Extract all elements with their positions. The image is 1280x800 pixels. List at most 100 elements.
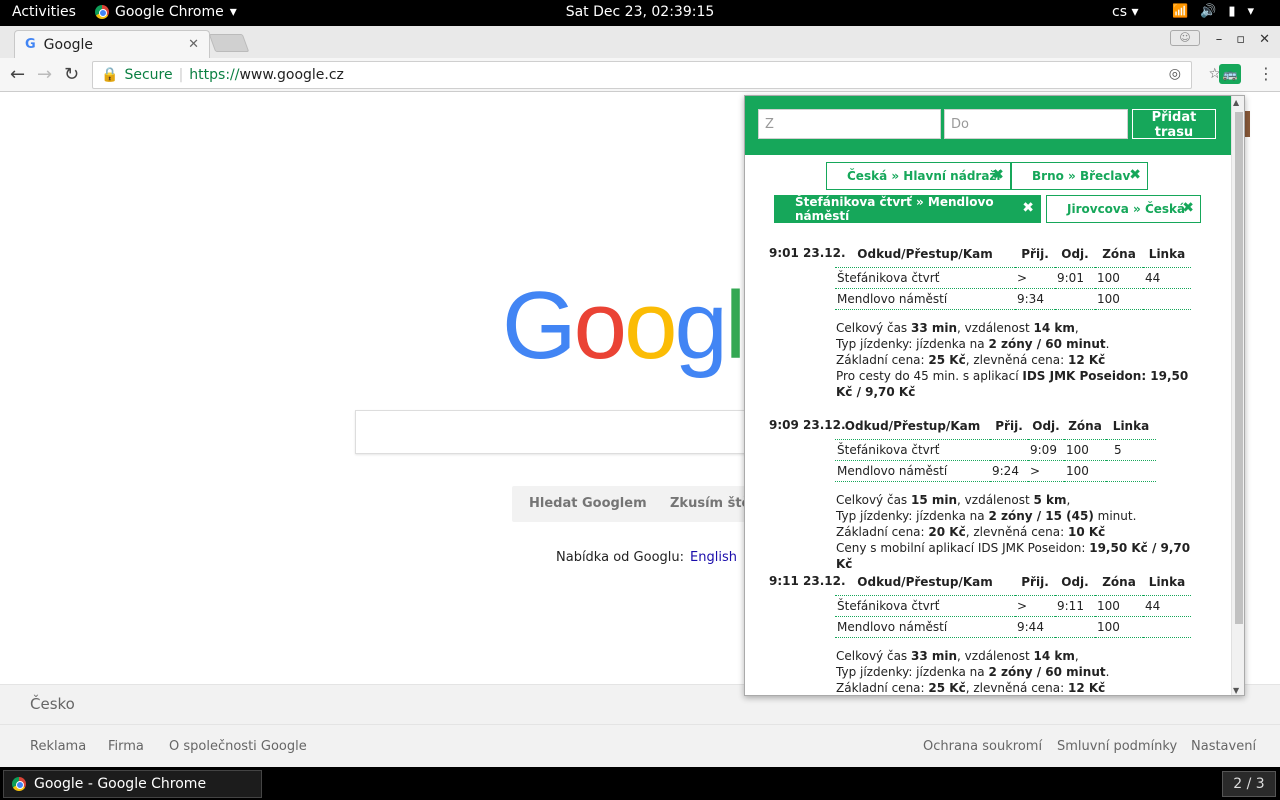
to-input[interactable]: [944, 109, 1128, 139]
route-chip-label: Jirovcova » Česká: [1067, 202, 1186, 216]
activities-button[interactable]: Activities: [12, 4, 76, 20]
address-bar[interactable]: 🔒 Secure | https://www.google.cz ◎ ☆: [92, 61, 1221, 89]
info-line: Celkový čas 15 min, vzdálenost 5 km,: [836, 493, 1071, 507]
app-name: Google Chrome: [115, 4, 224, 20]
table-cell: 9:01: [1055, 267, 1095, 289]
table-cell: [1106, 460, 1156, 482]
google-favicon-icon: G: [25, 37, 36, 52]
table-cell: 9:34: [1015, 288, 1055, 310]
links-footer: Reklama Firma O společnosti Google Ochra…: [0, 724, 1280, 767]
taskbar-window-chrome[interactable]: Google - Google Chrome: [3, 770, 262, 798]
table-cell: 100: [1095, 288, 1143, 310]
forward-icon[interactable]: →: [37, 64, 52, 85]
table-cell: 100: [1064, 439, 1106, 461]
back-icon[interactable]: ←: [10, 64, 25, 85]
reload-icon[interactable]: ↻: [64, 64, 79, 85]
scroll-down-icon[interactable]: ▼: [1233, 686, 1239, 695]
table-cell: 5: [1106, 439, 1156, 461]
table-cell: 9:44: [1015, 616, 1055, 638]
column-header: Odkud/Přestup/Kam: [835, 418, 990, 440]
footer-link-privacy[interactable]: Ochrana soukromí: [923, 739, 1042, 754]
column-header: Zóna: [1095, 574, 1143, 596]
footer-link-terms[interactable]: Smluvní podmínky: [1057, 739, 1177, 754]
location-icon[interactable]: ◎: [1169, 66, 1181, 82]
system-tray[interactable]: 📶 🔊 ▮ ▾: [1172, 4, 1254, 19]
table-cell: Štefánikova čtvrť: [835, 595, 1015, 617]
info-line: Celkový čas 33 min, vzdálenost 14 km,: [836, 649, 1079, 663]
footer-link-settings[interactable]: Nastavení: [1191, 739, 1256, 754]
country-label: Česko: [30, 695, 75, 713]
route-chip[interactable]: Brno » Břeclav ✖: [1011, 162, 1148, 190]
offer-text: Nabídka od Googlu:: [556, 550, 685, 565]
route-chip-label: Brno » Břeclav: [1032, 169, 1131, 183]
footer-link-about[interactable]: O společnosti Google: [169, 739, 307, 754]
window-controls: – ▫ ✕: [1216, 32, 1270, 47]
new-tab-button[interactable]: [208, 34, 250, 52]
google-search-button[interactable]: Hledat Googlem: [512, 486, 664, 522]
route-chip[interactable]: Jirovcova » Česká ✖: [1046, 195, 1201, 223]
table-cell: [1143, 288, 1191, 310]
volume-icon: 🔊: [1200, 4, 1217, 19]
column-header: Linka: [1143, 246, 1191, 268]
chrome-icon: [12, 777, 26, 791]
remove-route-icon[interactable]: ✖: [1129, 167, 1141, 183]
route-chip[interactable]: Štefánikova čtvrť » Mendlovo náměstí ✖: [774, 195, 1041, 223]
column-header: Odkud/Přestup/Kam: [835, 246, 1015, 268]
route-chip-label: Štefánikova čtvrť » Mendlovo náměstí: [795, 195, 994, 223]
info-line: Typ jízdenky: jízdenka na 2 zóny / 15 (4…: [836, 509, 1137, 523]
info-line: Typ jízdenky: jízdenka na 2 zóny / 60 mi…: [836, 337, 1110, 351]
table-cell: Mendlovo náměstí: [835, 288, 1015, 310]
info-line: Pro cesty do 45 min. s aplikací IDS JMK …: [836, 369, 1189, 399]
popup-scrollbar[interactable]: ▲ ▼: [1231, 96, 1244, 695]
table-cell: Mendlovo náměstí: [835, 616, 1015, 638]
menu-icon[interactable]: ⋮: [1258, 64, 1274, 83]
remove-route-icon[interactable]: ✖: [1182, 200, 1194, 216]
transit-extension-popup: Přidat trasu Česká » Hlavní nádraží✖Brno…: [744, 95, 1245, 696]
column-header: Odj.: [1028, 418, 1064, 440]
table-cell: [1055, 288, 1095, 310]
system-top-bar: Activities Google Chrome ▾ Sat Dec 23, 02…: [0, 0, 1280, 26]
table-cell: Mendlovo náměstí: [835, 460, 990, 482]
remove-route-icon[interactable]: ✖: [1022, 200, 1034, 216]
battery-icon: ▮: [1228, 4, 1236, 19]
minimize-icon[interactable]: –: [1216, 32, 1223, 47]
connection-info: Celkový čas 15 min, vzdálenost 5 km, Typ …: [836, 492, 1206, 572]
info-line: Typ jízdenky: jízdenka na 2 zóny / 60 mi…: [836, 665, 1110, 679]
close-window-icon[interactable]: ✕: [1259, 32, 1270, 47]
add-route-button[interactable]: Přidat trasu: [1132, 109, 1216, 140]
column-header: Přij.: [990, 418, 1028, 440]
column-header: Odkud/Přestup/Kam: [835, 574, 1015, 596]
transit-extension-icon[interactable]: 🚌: [1219, 64, 1241, 84]
connection-table: Odkud/Přestup/Kam Přij. Odj. Zóna Linka Štefá…: [835, 246, 1191, 310]
route-chip[interactable]: Česká » Hlavní nádraží ✖: [826, 162, 1011, 190]
footer-link-business[interactable]: Firma: [108, 739, 144, 754]
column-header: Odj.: [1055, 246, 1095, 268]
connection-table: Odkud/Přestup/Kam Přij. Odj. Zóna Linka Štefá…: [835, 418, 1156, 482]
footer-link-ads[interactable]: Reklama: [30, 739, 86, 754]
maximize-icon[interactable]: ▫: [1236, 32, 1245, 47]
browser-toolbar: ← → ↻ 🔒 Secure | https://www.google.cz ◎…: [0, 58, 1280, 92]
from-input[interactable]: [758, 109, 941, 139]
remove-route-icon[interactable]: ✖: [992, 167, 1004, 183]
workspace-indicator[interactable]: 2 / 3: [1222, 771, 1276, 797]
info-line: Základní cena: 25 Kč, zlevněná cena: 12 …: [836, 681, 1106, 695]
close-tab-icon[interactable]: ✕: [188, 37, 199, 52]
info-line: Celkový čas 33 min, vzdálenost 14 km,: [836, 321, 1079, 335]
column-header: Odj.: [1055, 574, 1095, 596]
column-header: Zóna: [1095, 246, 1143, 268]
separator: |: [178, 67, 184, 83]
wifi-icon: 📶: [1172, 4, 1189, 19]
english-link[interactable]: English: [690, 550, 737, 565]
column-header: Zóna: [1064, 418, 1106, 440]
profile-icon[interactable]: ☺: [1170, 30, 1200, 46]
tab-title: Google: [43, 36, 94, 53]
table-cell: >: [1015, 267, 1055, 289]
app-menu[interactable]: Google Chrome ▾: [95, 4, 237, 20]
connection-info: Celkový čas 33 min, vzdálenost 14 km, Typ…: [836, 648, 1206, 695]
input-language[interactable]: cs ▾: [1112, 4, 1138, 20]
language-label: cs: [1112, 4, 1127, 20]
tab-google[interactable]: G Google ✕: [14, 30, 210, 58]
scroll-up-icon[interactable]: ▲: [1233, 98, 1239, 107]
scrollbar-thumb[interactable]: [1235, 112, 1243, 624]
table-cell: >: [1028, 460, 1064, 482]
